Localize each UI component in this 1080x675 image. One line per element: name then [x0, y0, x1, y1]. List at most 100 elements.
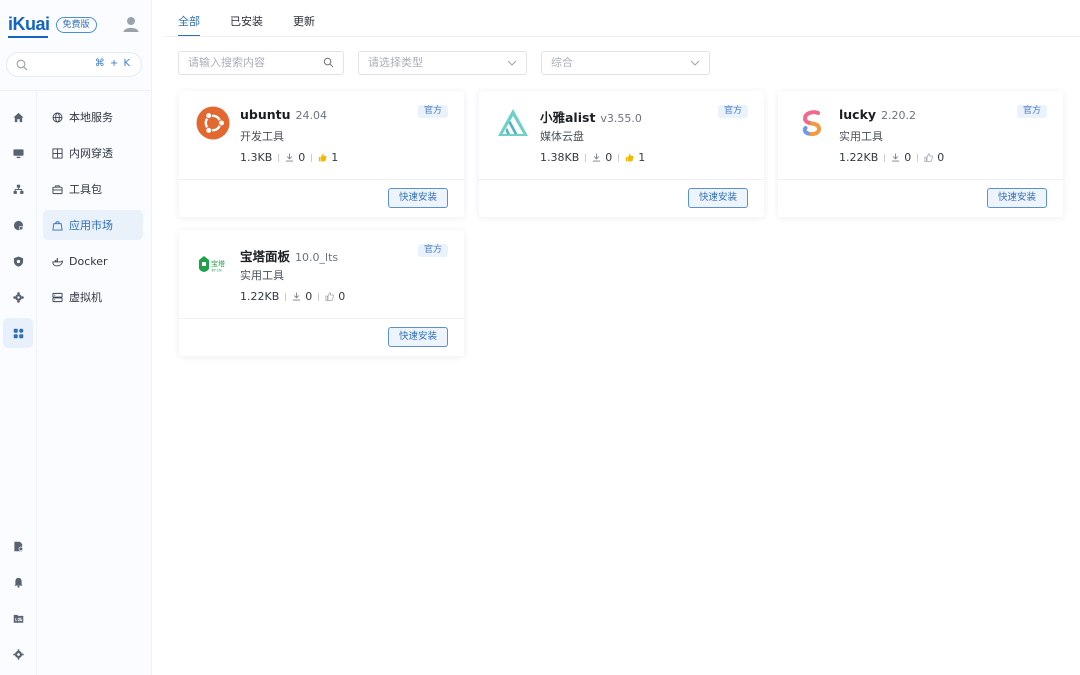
- app-search-input[interactable]: 请输入搜索内容: [178, 51, 344, 75]
- card-divider: [778, 179, 1063, 180]
- sidebar: iKuai 免费版 ⌘ + K 本地服务 内网穿透 工具包 应用市场 Docke…: [0, 0, 152, 675]
- quick-install-button[interactable]: 快速安装: [388, 327, 448, 347]
- app-version: v3.55.0: [600, 112, 642, 125]
- download-count: 0: [605, 151, 613, 164]
- quick-install-button[interactable]: 快速安装: [987, 188, 1047, 208]
- logo-underline: [8, 36, 48, 38]
- tabs-divider: [164, 36, 1080, 37]
- app-card-xiaoya-alist[interactable]: 小雅alist v3.55.0 媒体云盘 1.38KB 0 1 官方 快速安装: [479, 91, 764, 217]
- rail-log-icon[interactable]: [3, 603, 33, 633]
- chevron-down-icon: [690, 60, 700, 66]
- icon-rail: [0, 91, 37, 675]
- nav-item-label: 虚拟机: [69, 291, 102, 304]
- rail-apps-grid-icon[interactable]: [3, 318, 33, 348]
- app-card-bt-panel[interactable]: 宝塔 BT.CN 宝塔面板 10.0_lts 实用工具 1.22KB 0 0 官方…: [179, 230, 464, 356]
- app-stats: 1.3KB 0 1: [240, 151, 338, 164]
- app-size: 1.3KB: [240, 151, 273, 164]
- download-icon: [293, 292, 301, 301]
- app-version: 10.0_lts: [295, 251, 339, 264]
- brand-logo[interactable]: iKuai 免费版: [8, 14, 97, 38]
- alist-icon: [498, 109, 528, 136]
- app-version: 2.20.2: [881, 109, 917, 122]
- svg-text:宝塔: 宝塔: [211, 259, 225, 268]
- card-divider: [479, 179, 764, 180]
- appstore-icon: [52, 220, 63, 231]
- rail-home-icon[interactable]: [3, 102, 33, 132]
- logo-text: iKuai: [8, 14, 50, 34]
- thumbs-up-icon[interactable]: [318, 153, 327, 162]
- market-tabs: 全部 已安装 更新: [178, 0, 345, 37]
- rail-monitor-icon[interactable]: [3, 138, 33, 168]
- rail-shield-icon[interactable]: [3, 246, 33, 276]
- sort-select[interactable]: 综合: [541, 51, 710, 75]
- quick-install-button[interactable]: 快速安装: [388, 188, 448, 208]
- rail-globe-icon[interactable]: [3, 210, 33, 240]
- tab-updates[interactable]: 更新: [293, 0, 315, 37]
- svg-text:BT.CN: BT.CN: [212, 269, 222, 273]
- app-category: 实用工具: [240, 269, 284, 282]
- download-icon: [286, 153, 294, 162]
- rail-settings-icon[interactable]: [3, 639, 33, 669]
- globe-icon: [52, 112, 63, 122]
- card-divider: [179, 318, 464, 319]
- app-size: 1.22KB: [839, 151, 879, 164]
- thumbs-up-icon[interactable]: [625, 153, 634, 162]
- nav-item-label: Docker: [69, 254, 108, 268]
- search-placeholder: 请输入搜索内容: [188, 56, 265, 69]
- tab-all[interactable]: 全部: [178, 0, 200, 37]
- download-count: 0: [904, 151, 912, 164]
- global-search-input[interactable]: ⌘ + K: [6, 52, 142, 77]
- ubuntu-icon: [196, 106, 230, 140]
- quick-install-button[interactable]: 快速安装: [688, 188, 748, 208]
- app-size: 1.38KB: [540, 151, 580, 164]
- app-stats: 1.38KB 0 1: [540, 151, 645, 164]
- download-icon: [892, 153, 900, 162]
- grid-icon: [52, 147, 63, 159]
- like-count: 0: [937, 151, 945, 164]
- rail-network-icon[interactable]: [3, 174, 33, 204]
- app-card-lucky[interactable]: lucky 2.20.2 实用工具 1.22KB 0 0 官方 快速安装: [778, 91, 1063, 217]
- sort-value: 综合: [551, 56, 573, 69]
- rail-document-icon[interactable]: [3, 531, 33, 561]
- download-count: 0: [298, 151, 306, 164]
- nav-item-label: 工具包: [69, 183, 102, 196]
- nav-item-toolkit[interactable]: 工具包: [43, 174, 143, 204]
- app-stats: 1.22KB 0 0: [839, 151, 944, 164]
- app-category: 媒体云盘: [540, 130, 584, 143]
- nav-item-label: 应用市场: [69, 219, 113, 232]
- user-avatar-icon[interactable]: [122, 15, 140, 33]
- nav-item-local-services[interactable]: 本地服务: [43, 102, 143, 132]
- app-name: 小雅alist v3.55.0: [540, 110, 642, 125]
- nav-item-virtual-machine[interactable]: 虚拟机: [43, 282, 143, 312]
- app-version: 24.04: [295, 109, 328, 122]
- lucky-icon: [802, 110, 822, 137]
- thumbs-up-icon[interactable]: [325, 292, 335, 301]
- card-divider: [179, 179, 464, 180]
- app-name: 宝塔面板 10.0_lts: [240, 249, 339, 264]
- nav-item-docker[interactable]: Docker: [43, 246, 143, 276]
- search-shortcut: ⌘ + K: [94, 58, 131, 69]
- docker-icon: [52, 257, 63, 266]
- official-badge: 官方: [1016, 105, 1047, 118]
- app-name: ubuntu 24.04: [240, 107, 328, 122]
- like-count: 1: [331, 151, 339, 164]
- like-count: 0: [338, 290, 346, 303]
- download-count: 0: [305, 290, 313, 303]
- type-placeholder: 请选择类型: [368, 56, 423, 69]
- thumbs-up-icon[interactable]: [924, 153, 934, 162]
- tab-installed[interactable]: 已安装: [230, 0, 263, 37]
- download-icon: [593, 153, 601, 162]
- app-category: 开发工具: [240, 130, 284, 143]
- nav-item-intranet-penetration[interactable]: 内网穿透: [43, 138, 143, 168]
- app-name: lucky 2.20.2: [839, 107, 917, 122]
- app-card-ubuntu[interactable]: ubuntu 24.04 开发工具 1.3KB 0 1 官方 快速安装: [179, 91, 464, 217]
- toolbox-icon: [52, 184, 63, 194]
- type-select[interactable]: 请选择类型: [358, 51, 527, 75]
- nav-item-label: 本地服务: [69, 111, 113, 124]
- app-category: 实用工具: [839, 130, 883, 143]
- rail-bell-icon[interactable]: [3, 567, 33, 597]
- edition-badge: 免费版: [55, 16, 97, 33]
- app-size: 1.22KB: [240, 290, 280, 303]
- nav-item-app-market[interactable]: 应用市场: [43, 210, 143, 240]
- rail-gear-flower-icon[interactable]: [3, 282, 33, 312]
